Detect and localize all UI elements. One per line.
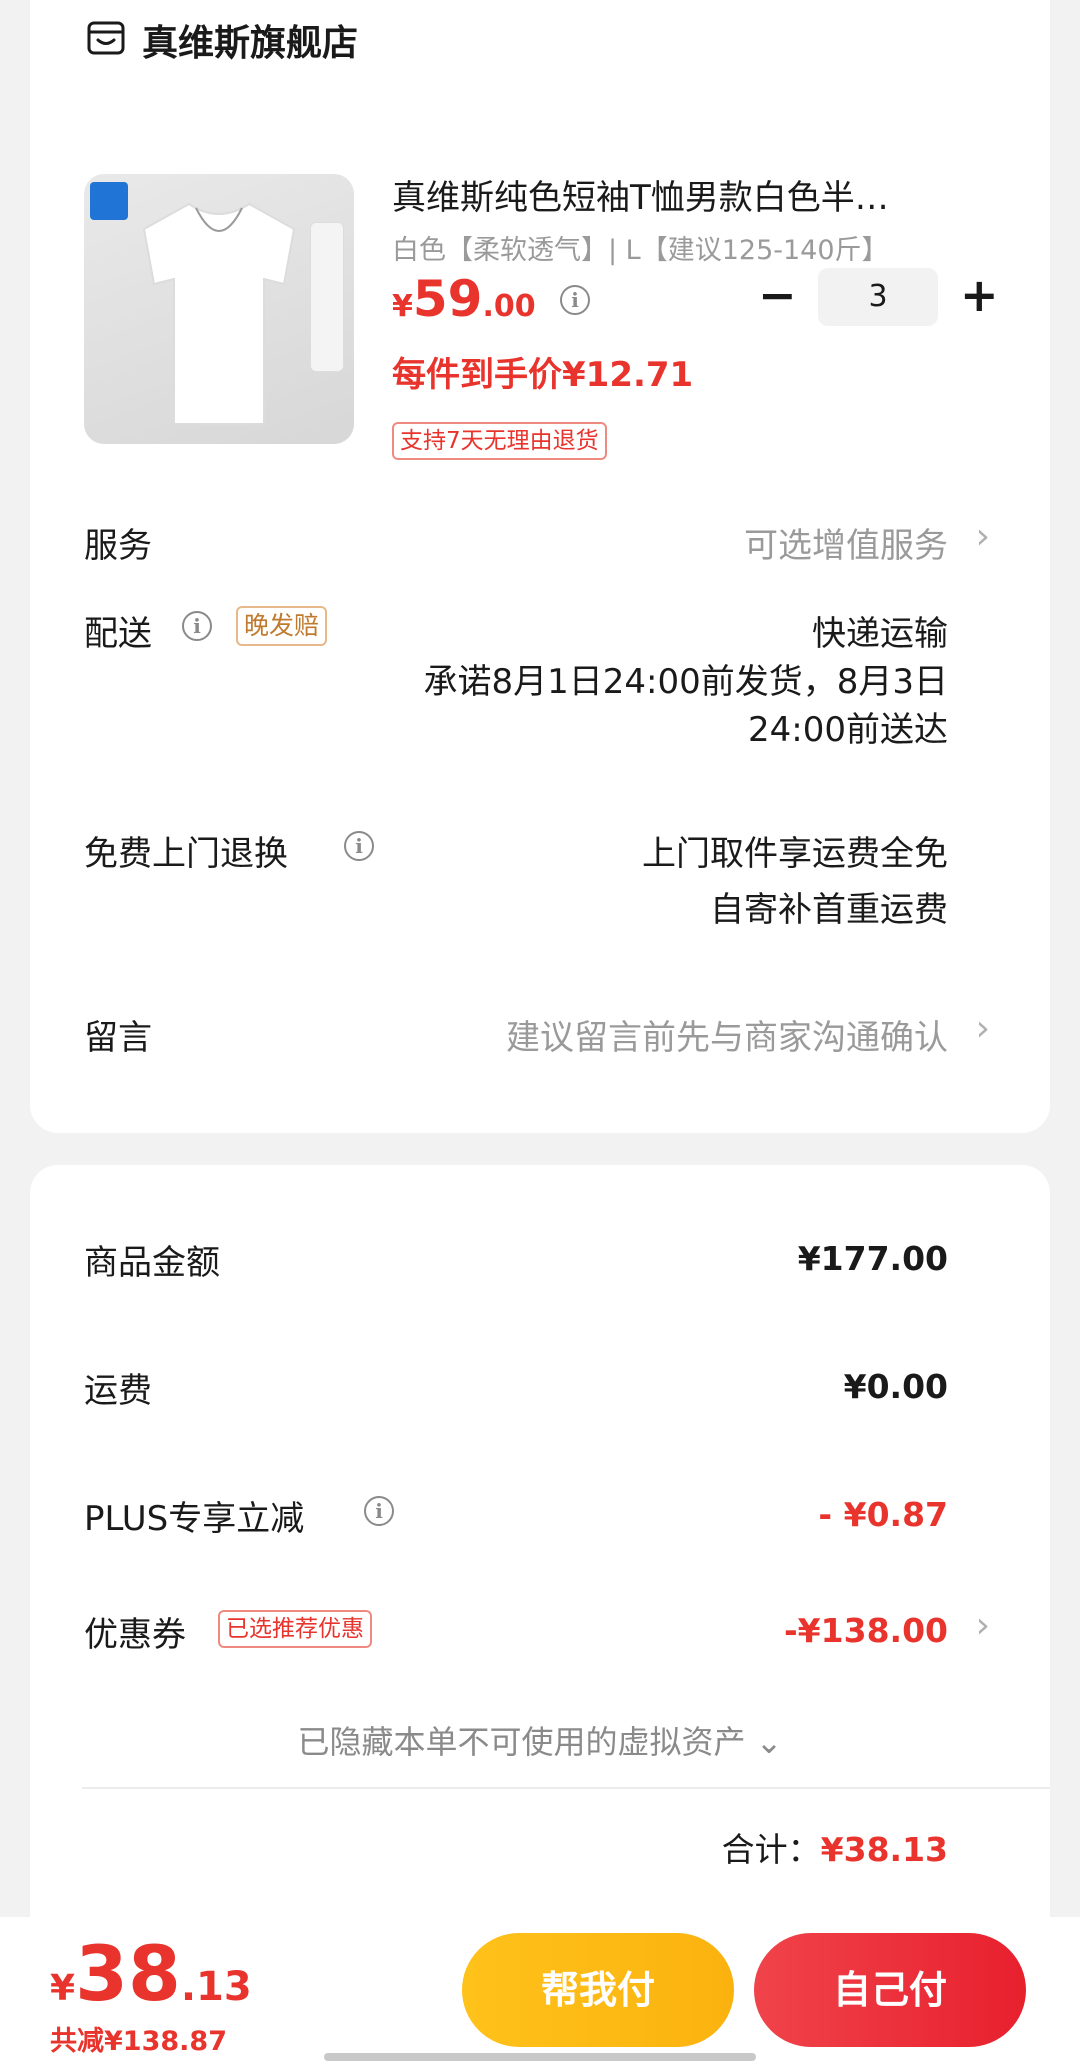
- delivery-label: 配送: [84, 614, 152, 654]
- coupon-chevron-icon[interactable]: ›: [976, 1605, 990, 1646]
- order-total: 合计：¥38.13: [722, 1823, 948, 1871]
- payable-amount: ¥38.13: [50, 1929, 252, 2018]
- free-return-line2: 自寄补首重运费: [710, 890, 948, 930]
- payable-integer: 38: [75, 1929, 181, 2018]
- price-info-icon[interactable]: i: [560, 285, 590, 315]
- message-chevron-icon[interactable]: ›: [976, 1008, 990, 1049]
- unit-price: 每件到手价¥12.71: [392, 355, 694, 395]
- home-indicator[interactable]: [324, 2053, 756, 2061]
- delivery-promise-line1: 承诺8月1日24:00前发货，8月3日: [423, 662, 948, 702]
- product-price: ¥59.00: [392, 270, 536, 328]
- product-title[interactable]: 真维斯纯色短袖T恤男款白色半…: [392, 170, 962, 219]
- service-chevron-icon[interactable]: ›: [976, 516, 990, 557]
- plus-discount-label: PLUS专享立减: [84, 1499, 305, 1539]
- service-label: 服务: [84, 526, 152, 566]
- total-value: ¥38.13: [820, 1830, 948, 1869]
- order-item-card: 真维斯旗舰店 真维斯纯色短袖T恤男款白色半… 白色【柔软透气】| L【建议125…: [30, 0, 1050, 1133]
- summary-divider: [82, 1787, 1050, 1789]
- free-return-info-icon[interactable]: i: [344, 831, 374, 861]
- tshirt-icon: [142, 202, 296, 425]
- store-icon: [87, 21, 125, 55]
- price-decimal: .00: [482, 289, 536, 324]
- quantity-minus-button[interactable]: −: [758, 272, 797, 318]
- hidden-assets-toggle[interactable]: 已隐藏本单不可使用的虚拟资产 ⌄: [30, 1717, 1050, 1763]
- free-return-line1: 上门取件享运费全免: [642, 834, 948, 874]
- quantity-input[interactable]: 3: [818, 268, 938, 326]
- product-image[interactable]: [84, 174, 354, 444]
- total-label: 合计：: [721, 1830, 821, 1869]
- coupon-value[interactable]: -¥138.00: [784, 1611, 948, 1650]
- price-symbol: ¥: [392, 289, 413, 324]
- total-saved[interactable]: 共减¥138.87: [50, 2019, 227, 2058]
- service-value[interactable]: 可选增值服务: [744, 518, 948, 567]
- late-delivery-badge: 晚发赔: [236, 606, 328, 646]
- payable-symbol: ¥: [50, 1968, 76, 2009]
- plus-discount-value: - ¥0.87: [818, 1495, 948, 1534]
- delivery-method[interactable]: 快递运输: [812, 606, 948, 655]
- goods-amount-label: 商品金额: [84, 1243, 220, 1283]
- goods-amount-value: ¥177.00: [797, 1239, 948, 1278]
- product-variant[interactable]: 白色【柔软透气】| L【建议125-140斤】: [392, 228, 889, 267]
- free-return-label: 免费上门退换: [84, 834, 288, 874]
- shipping-fee-value: ¥0.00: [843, 1367, 948, 1406]
- pay-myself-button[interactable]: 自己付: [754, 1933, 1026, 2047]
- store-name[interactable]: 真维斯旗舰店: [142, 14, 358, 66]
- coupon-badge: 已选推荐优惠: [218, 1610, 372, 1648]
- brand-logo-icon: [90, 182, 128, 220]
- quantity-plus-button[interactable]: +: [960, 272, 999, 318]
- plus-discount-info-icon[interactable]: i: [364, 1496, 394, 1526]
- delivery-info-icon[interactable]: i: [182, 611, 212, 641]
- product-feature-strip: [310, 222, 344, 372]
- price-integer: 59: [412, 270, 483, 328]
- shipping-fee-label: 运费: [84, 1371, 152, 1411]
- return-policy-badge: 支持7天无理由退货: [392, 422, 607, 460]
- delivery-promise-line2: 24:00前送达: [748, 710, 948, 750]
- bottom-action-bar: ¥38.13 共减¥138.87 帮我付 自己付: [0, 1917, 1080, 2066]
- coupon-label: 优惠券: [84, 1615, 186, 1655]
- message-label: 留言: [84, 1018, 152, 1058]
- message-input[interactable]: 建议留言前先与商家沟通确认: [506, 1010, 948, 1059]
- payable-decimal: .13: [180, 1964, 252, 2010]
- help-me-pay-button[interactable]: 帮我付: [462, 1933, 734, 2047]
